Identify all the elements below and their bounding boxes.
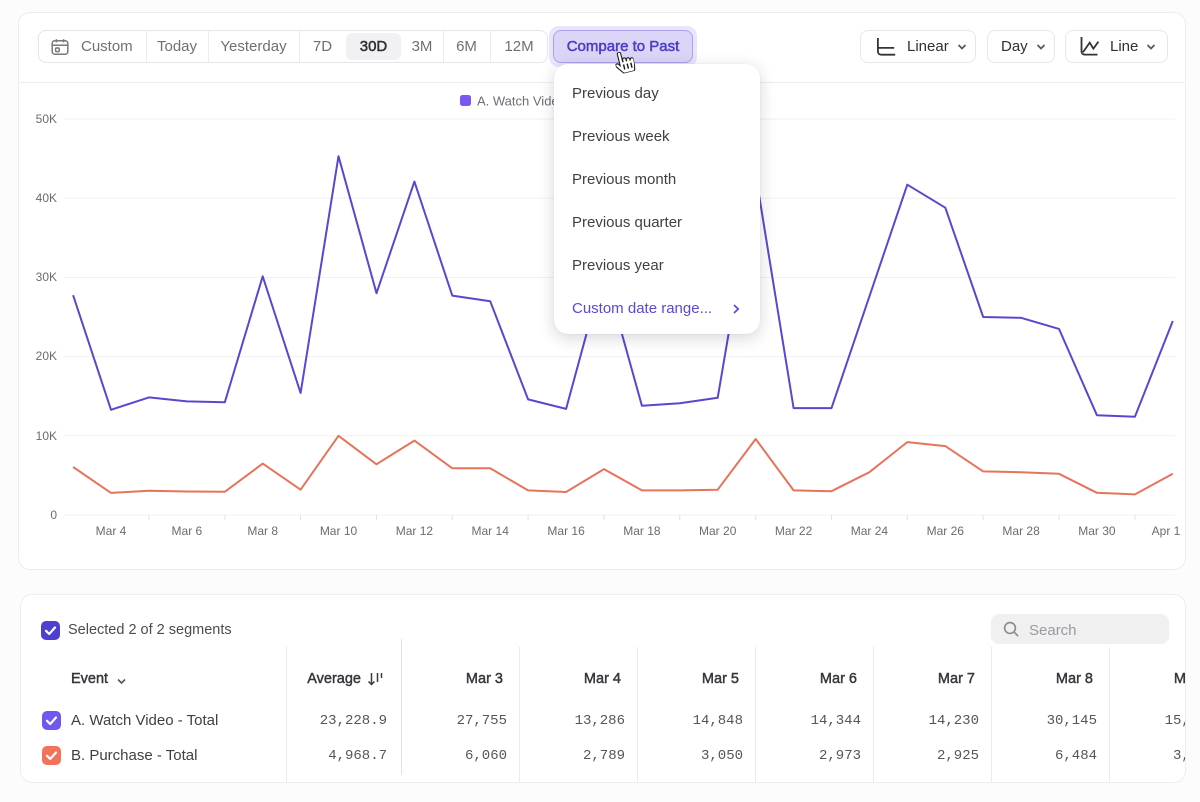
svg-text:Mar 20: Mar 20 [699, 524, 737, 538]
svg-text:Mar 12: Mar 12 [396, 524, 434, 538]
svg-text:30K: 30K [36, 270, 57, 284]
svg-text:Apr 1: Apr 1 [1152, 524, 1181, 538]
svg-text:Mar 22: Mar 22 [775, 524, 813, 538]
svg-text:Mar 8: Mar 8 [247, 524, 278, 538]
svg-text:Mar 18: Mar 18 [623, 524, 661, 538]
svg-text:20K: 20K [36, 349, 57, 363]
svg-text:10K: 10K [36, 429, 57, 443]
svg-text:Mar 24: Mar 24 [851, 524, 889, 538]
svg-text:Mar 14: Mar 14 [472, 524, 510, 538]
svg-text:50K: 50K [36, 112, 57, 126]
svg-text:Mar 28: Mar 28 [1002, 524, 1040, 538]
svg-text:Mar 6: Mar 6 [172, 524, 203, 538]
svg-text:Mar 30: Mar 30 [1078, 524, 1116, 538]
svg-text:40K: 40K [36, 191, 57, 205]
svg-text:Mar 26: Mar 26 [927, 524, 965, 538]
svg-text:Mar 10: Mar 10 [320, 524, 358, 538]
svg-text:Mar 16: Mar 16 [547, 524, 585, 538]
svg-text:Mar 4: Mar 4 [96, 524, 127, 538]
svg-text:0: 0 [50, 508, 57, 522]
